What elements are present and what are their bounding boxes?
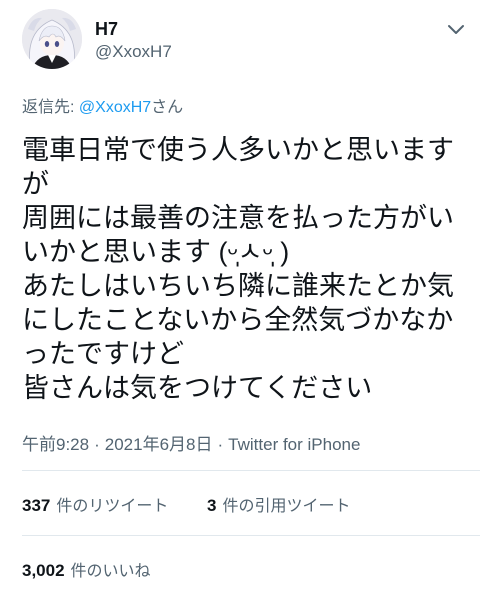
likes-count: 3,002 [22, 561, 65, 580]
likes-label: 件のいいね [70, 563, 151, 580]
avatar-image [22, 9, 82, 69]
tweet-date: 2021年6月8日 [104, 435, 213, 454]
reply-suffix: さん [151, 99, 184, 116]
quotes-label: 件の引用ツイート [222, 498, 351, 515]
divider [22, 535, 480, 536]
likes-stat-link[interactable]: 3,002 件のいいね [22, 557, 151, 581]
tweet-text: 電車日常で使う人多いかと思います が 周囲には最善の注意を払った方がい いかと思… [22, 133, 472, 405]
tweet-line: が [22, 169, 49, 199]
meta-separator: · [94, 435, 100, 454]
tweet-line: 電車日常で使う人多いかと思います [22, 135, 454, 165]
tweet-line: あたしはいちいち隣に誰来たとか気 [22, 271, 454, 301]
divider [22, 470, 480, 471]
quotes-count: 3 [207, 496, 217, 515]
tweet-line: 皆さんは気をつけてください [22, 373, 373, 403]
tweet-line: にしたことないから全然気づかなか [22, 305, 454, 335]
retweets-stat-link[interactable]: 337 件のリツイート [22, 492, 168, 516]
reply-mention-link[interactable]: @XxoxH7 [79, 99, 151, 116]
tweet-time: 午前9:28 [22, 435, 90, 454]
quotes-stat-link[interactable]: 3 件の引用ツイート [207, 492, 350, 516]
tweet-line: いかと思います (ᵕ̩̩ㅅᵕ̩̩ ) [22, 237, 290, 267]
tweet-line: 周囲には最善の注意を払った方がい [22, 203, 454, 233]
reply-prefix: 返信先: [22, 99, 79, 116]
reply-context: 返信先: @XxoxH7さん [22, 93, 183, 117]
tweet-source-link[interactable]: Twitter for iPhone [228, 435, 360, 454]
retweets-count: 337 [22, 496, 51, 515]
retweets-label: 件のリツイート [56, 498, 169, 515]
tweet-line: ったですけど [22, 339, 184, 369]
meta-separator: · [217, 435, 224, 454]
user-handle[interactable]: @XxoxH7 [95, 42, 172, 62]
display-name[interactable]: H7 [95, 19, 118, 40]
chevron-down-icon[interactable] [447, 23, 465, 37]
avatar[interactable] [22, 9, 82, 69]
tweet-meta: 午前9:28 · 2021年6月8日 · Twitter for iPhone [22, 430, 360, 455]
